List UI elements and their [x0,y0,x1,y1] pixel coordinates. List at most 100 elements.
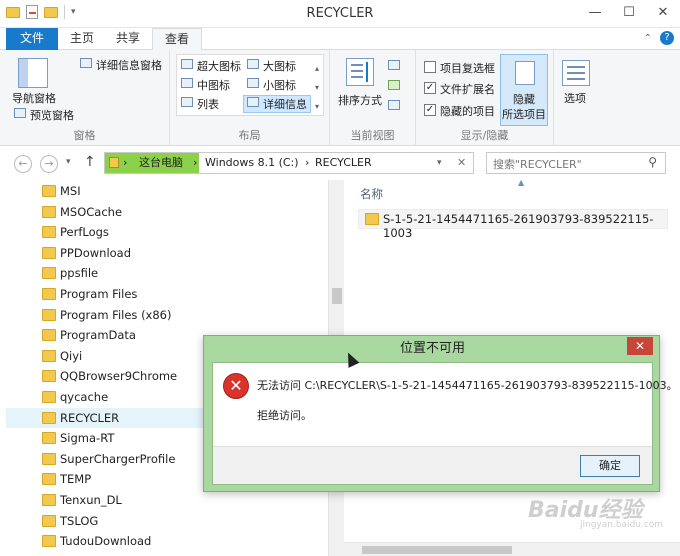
sort-by-button[interactable]: 排序方式 [338,92,382,108]
preview-pane-icon [14,108,26,118]
breadcrumb-this-pc[interactable]: 这台电脑 [139,153,183,173]
tree-item[interactable]: Tenxun_DL [6,490,326,510]
tab-home[interactable]: 主页 [58,28,106,50]
size-columns-icon[interactable] [388,100,400,110]
tree-item-label: PPDownload [60,245,132,260]
ribbon-group-label-panes: 窗格 [73,129,96,142]
watermark-url: jingyan.baidu.com [580,520,664,530]
layout-large-icons[interactable]: 大图标 [263,58,296,74]
tab-view[interactable]: 查看 [152,28,203,51]
address-separator[interactable]: › [123,153,127,173]
layout-details[interactable]: 详细信息 [263,96,307,112]
scrollbar-thumb[interactable] [332,288,342,304]
column-header-name[interactable]: 名称 [360,186,383,202]
search-input[interactable]: 搜索"RECYCLER" [493,156,582,172]
folder-icon [42,452,56,465]
search-icon[interactable]: ⚲ [648,155,657,169]
breadcrumb-recycler[interactable]: RECYCLER [315,153,372,173]
tab-share[interactable]: 共享 [104,28,152,50]
folder-icon [42,494,56,506]
tree-item[interactable]: TSLOG [6,511,326,531]
tree-item[interactable]: Program Files (x86) [6,305,326,325]
search-box[interactable]: 搜索"RECYCLER" ⚲ [486,152,666,174]
folder-icon [42,226,56,239]
tree-item[interactable]: TudouDownload [6,531,326,551]
ribbon-group-label-layout: 布局 [238,129,261,142]
navigation-pane-button[interactable]: 导航窗格 [12,90,56,106]
file-extensions-checkbox[interactable]: ✓ [424,82,436,94]
file-name: S-1-5-21-1454471165-261903793-839522115-… [383,212,654,240]
close-window-button[interactable]: ✕ [646,0,680,24]
tree-item[interactable]: Program Files [6,284,326,304]
folder-icon [42,308,56,321]
list-icon [181,97,193,107]
ribbon-group-current-view: 排序方式 当前视图 [330,50,416,146]
dialog-close-button[interactable]: ✕ [627,337,653,355]
file-list-item[interactable]: S-1-5-21-1454471165-261903793-839522115-… [358,209,668,240]
hide-selected-items-button[interactable]: 隐藏 所选项目 [500,54,548,126]
folder-icon [42,535,56,548]
add-columns-icon[interactable] [388,80,400,90]
ribbon-right-controls: ⌃ ? [644,31,674,45]
tree-item-label: RECYCLER [60,410,120,425]
folder-icon [42,288,56,300]
hidden-items-label: 隐藏的项目 [440,105,495,118]
folder-icon [42,329,56,342]
forward-button[interactable]: → [40,155,58,173]
tab-file[interactable]: 文件 [6,28,59,50]
recent-locations-dropdown[interactable]: ▾ [66,157,71,167]
up-button[interactable]: ↑ [84,154,96,170]
address-bar[interactable]: › 这台电脑 › Windows 8.1 (C:) › RECYCLER ▾ ✕ [104,152,474,174]
sort-by-icon[interactable] [346,58,374,86]
folder-icon [42,246,56,259]
tree-item-label: TEMP [60,472,92,487]
scrollbar-thumb[interactable] [362,546,512,554]
file-extensions-label: 文件扩展名 [440,83,495,96]
address-history-dropdown[interactable]: ▾ [437,153,442,173]
layout-extra-large-icons[interactable]: 超大图标 [197,58,241,74]
tree-item[interactable]: MSI [6,181,326,201]
details-pane-button[interactable]: 详细信息窗格 [96,57,162,73]
layout-small-icons[interactable]: 小图标 [263,77,296,93]
clear-address-icon[interactable]: ✕ [457,153,466,173]
extra-large-icons-icon [181,59,193,69]
layout-gallery-scroll-icon[interactable]: ▴ ▾ ▾ [315,59,319,116]
group-by-icon[interactable] [388,60,400,70]
folder-icon [42,185,56,197]
folder-icon [42,370,56,383]
item-checkboxes-checkbox[interactable] [424,61,436,73]
horizontal-scrollbar[interactable] [344,542,680,556]
dialog-message: 无法访问 C:\RECYCLER\S-1-5-21-1454471165-261… [257,379,678,392]
folder-icon [365,213,379,225]
address-separator[interactable]: › [305,153,309,173]
folder-icon [42,432,56,445]
back-button[interactable]: ← [14,155,32,173]
tree-item[interactable]: MSOCache [6,202,326,222]
tree-item-label: Tenxun_DL [60,493,122,507]
preview-pane-button[interactable]: 预览窗格 [30,107,74,123]
folder-icon [42,267,56,280]
help-icon[interactable]: ? [660,31,674,45]
minimize-button[interactable]: — [578,0,612,24]
maximize-button[interactable]: ☐ [612,0,646,24]
layout-medium-icons[interactable]: 中图标 [197,77,230,93]
ribbon-group-panes: 导航窗格 预览窗格 详细信息窗格 窗格 [0,50,170,146]
tree-item[interactable]: ppsfile [6,263,326,283]
navigation-pane-icon[interactable] [18,58,48,88]
address-toolbar: ← → ▾ ↑ › 这台电脑 › Windows 8.1 (C:) › RECY… [0,146,680,180]
options-icon[interactable] [562,60,590,86]
tree-item[interactable]: PerfLogs [6,222,326,242]
options-button[interactable]: 选项 [564,90,586,106]
ok-button[interactable]: 确定 [580,455,640,477]
tree-item-label: ppsfile [60,266,99,281]
layout-list[interactable]: 列表 [197,96,219,112]
breadcrumb-drive-c[interactable]: Windows 8.1 (C:) [205,153,299,173]
folder-icon [42,514,56,527]
details-pane-icon [80,58,92,68]
tree-item-label: TudouDownload [60,534,152,549]
tree-item-label: SuperChargerProfile [60,451,176,466]
tree-item[interactable]: PPDownload [6,243,326,263]
hidden-items-checkbox[interactable]: ✓ [424,104,436,116]
collapse-ribbon-chevron-icon[interactable]: ⌃ [644,33,652,44]
address-separator[interactable]: › [193,153,197,173]
